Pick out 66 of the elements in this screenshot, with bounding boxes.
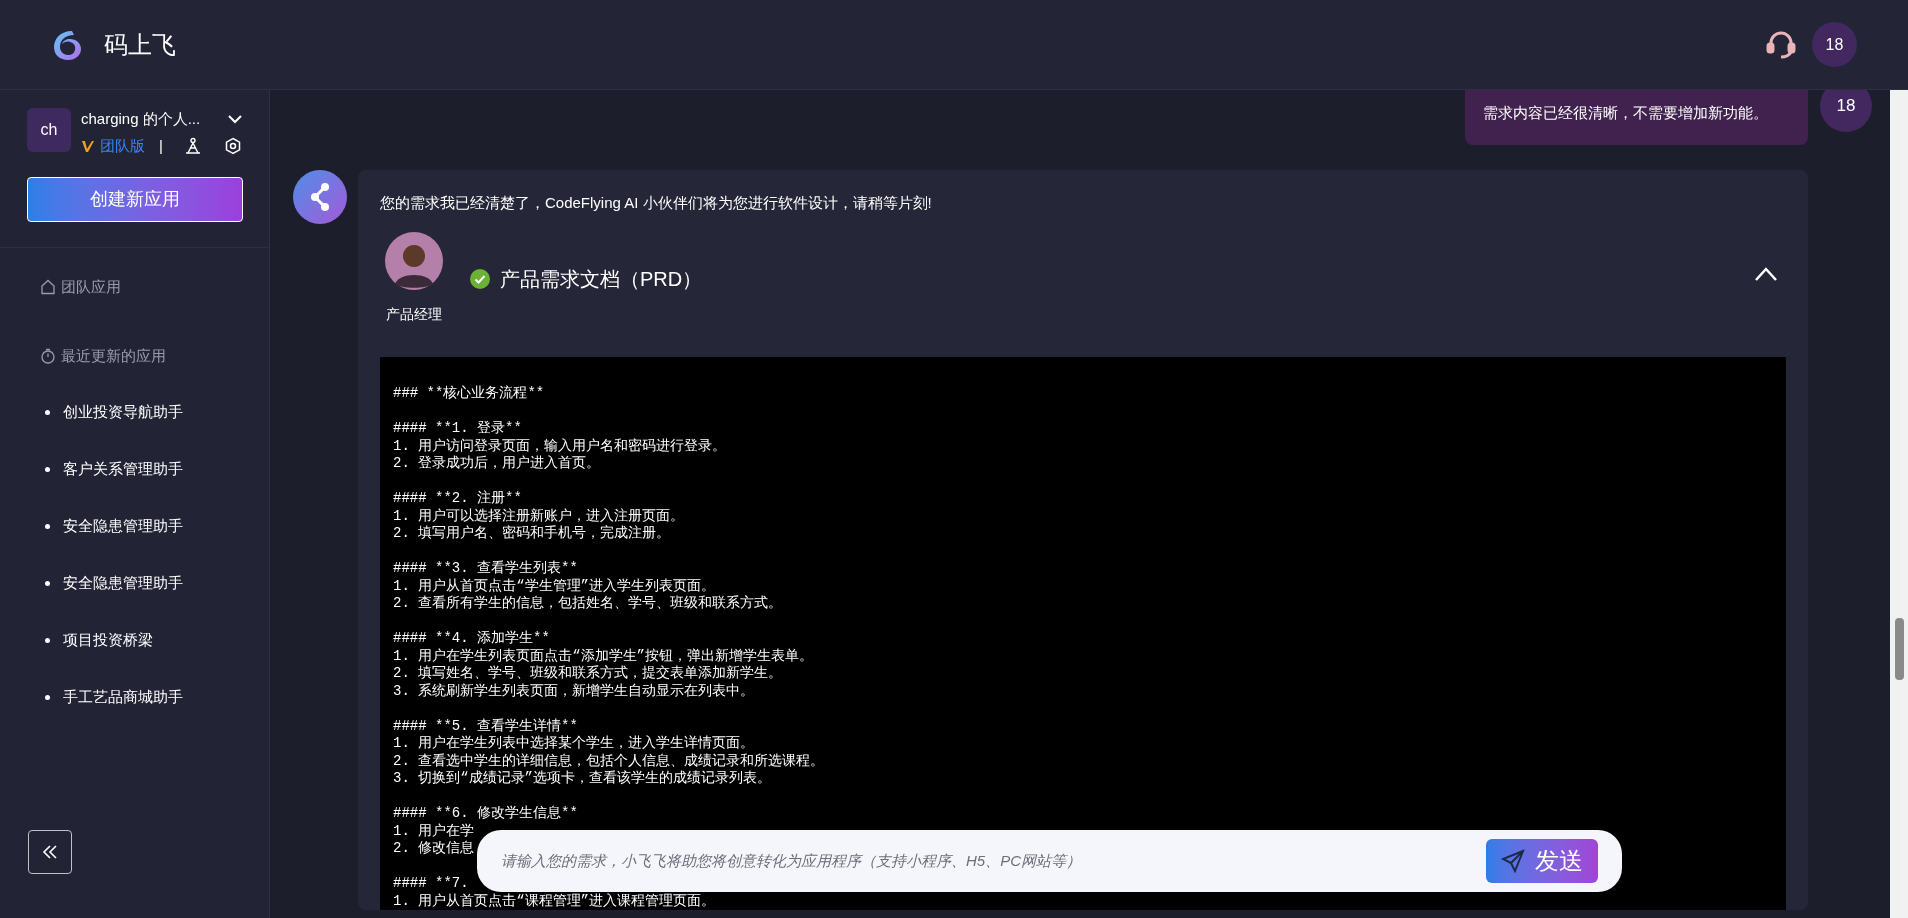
code-line: ### **核心业务流程**: [393, 385, 545, 403]
code-line: #### **1. 登录**: [393, 420, 522, 438]
code-line: 2. 查看所有学生的信息，包括姓名、学号、班级和联系方式。: [393, 595, 783, 613]
app-item[interactable]: 安全隐患管理助手: [45, 516, 229, 537]
code-line: #### **4. 添加学生**: [393, 630, 550, 648]
code-line: 1. 用户访问登录页面，输入用户名和密码进行登录。: [393, 437, 727, 455]
bullet-icon: [45, 410, 50, 415]
code-line: 1. 用户在学生列表页面点击“添加学生”按钮，弹出新增学生表单。: [393, 647, 813, 665]
prompt-input[interactable]: 请输入您的需求，小飞飞将助您将创意转化为应用程序（支持小程序、H5、PC网站等） 发送: [477, 830, 1622, 892]
code-line: 2. 登录成功后，用户进入首页。: [393, 455, 601, 473]
bullet-icon: [45, 581, 50, 586]
send-button[interactable]: 发送: [1486, 839, 1598, 883]
send-icon: [1501, 849, 1525, 873]
code-line: 3. 切换到“成绩记录”选项卡，查看该学生的成绩记录列表。: [393, 770, 771, 788]
app-item[interactable]: 项目投资桥梁: [45, 630, 229, 651]
plan-label: 团队版: [100, 135, 145, 156]
code-line: 1. 用户可以选择注册新账户，进入注册页面。: [393, 507, 685, 525]
product-manager-avatar: [385, 232, 443, 290]
code-line: 1. 用户在学生列表中选择某个学生，进入学生详情页面。: [393, 735, 755, 753]
team-icon[interactable]: [184, 136, 202, 155]
code-line: #### **7.: [393, 875, 469, 893]
app-item[interactable]: 客户关系管理助手: [45, 459, 229, 480]
app-item[interactable]: 创业投资导航助手: [45, 402, 229, 423]
timer-icon: [40, 347, 56, 364]
code-line: 2. 修改信息: [393, 840, 475, 858]
workspace-avatar: ch: [27, 108, 71, 152]
vip-icon: [81, 138, 95, 153]
user-avatar: 18: [1820, 90, 1872, 132]
settings-icon[interactable]: [224, 136, 242, 155]
code-line: #### **6. 修改学生信息**: [393, 805, 578, 823]
bullet-icon: [45, 695, 50, 700]
code-line: 1. 用户从首页点击“课程管理”进入课程管理页面。: [393, 892, 715, 910]
app-name: 码上飞: [104, 29, 176, 60]
document-title: 产品需求文档（PRD）: [500, 267, 703, 292]
separator: |: [159, 135, 163, 156]
bullet-icon: [45, 524, 50, 529]
sidebar-section[interactable]: 团队应用: [40, 276, 229, 299]
bullet-icon: [45, 467, 50, 472]
headset-icon[interactable]: [1766, 30, 1796, 59]
scrollbar-thumb[interactable]: [1895, 618, 1904, 680]
scrollbar[interactable]: [1890, 90, 1908, 918]
user-avatar[interactable]: 18: [1812, 22, 1857, 67]
collapse-chevron-icon[interactable]: [1754, 266, 1778, 282]
sidebar-section[interactable]: 最近更新的应用: [40, 344, 229, 367]
user-message: 需求内容已经很清晰，不需要增加新功能。: [1465, 90, 1808, 145]
assistant-avatar: [293, 169, 347, 224]
app-item[interactable]: 安全隐患管理助手: [45, 573, 229, 594]
chevron-down-icon[interactable]: [228, 114, 242, 124]
create-app-button[interactable]: 创建新应用: [27, 177, 243, 222]
assistant-message: 您的需求我已经清楚了，CodeFlying AI 小伙伴们将为您进行软件设计，请稍等片刻!: [380, 192, 933, 213]
home-icon: [40, 279, 56, 296]
double-chevron-left-icon: [41, 843, 59, 861]
code-line: 1. 用户从首页点击“学生管理”进入学生列表页面。: [393, 577, 715, 595]
collapse-sidebar-button[interactable]: [28, 830, 72, 874]
code-line: 2. 填写用户名、密码和手机号，完成注册。: [393, 525, 671, 543]
code-line: 2. 查看选中学生的详细信息，包括个人信息、成绩记录和所选课程。: [393, 752, 825, 770]
workspace-name[interactable]: charging 的个人...: [81, 108, 201, 131]
code-line: 2. 填写姓名、学号、班级和联系方式，提交表单添加新学生。: [393, 665, 783, 683]
app-item[interactable]: 手工艺品商城助手: [45, 687, 229, 708]
code-line: 3. 系统刷新学生列表页面，新增学生自动显示在列表中。: [393, 682, 755, 700]
code-line: #### **5. 查看学生详情**: [393, 717, 578, 735]
code-line: #### **2. 注册**: [393, 490, 522, 508]
code-line: #### **3. 查看学生列表**: [393, 560, 578, 578]
agent-role: 产品经理: [386, 305, 442, 324]
bullet-icon: [45, 638, 50, 643]
code-line: 1. 用户在学: [393, 822, 475, 840]
